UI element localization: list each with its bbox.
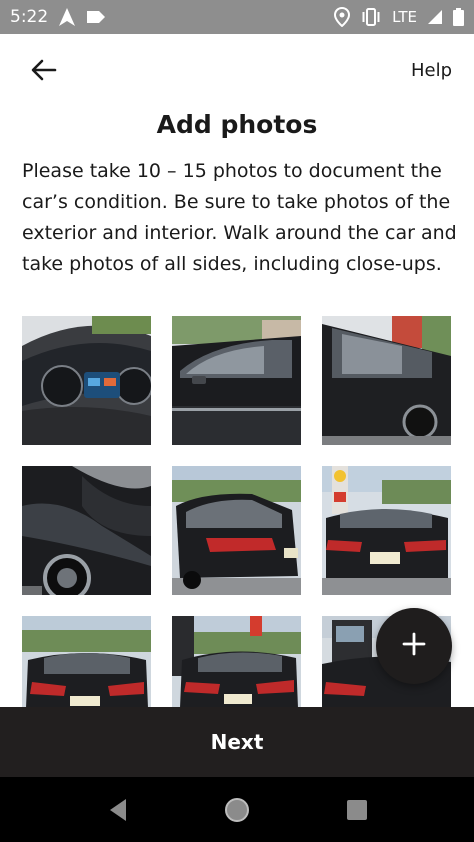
- instructions-text: Please take 10 – 15 photos to document t…: [22, 160, 457, 275]
- status-left: 5:22: [10, 7, 106, 27]
- tag-icon: [86, 10, 106, 24]
- network-label: LTE: [392, 8, 417, 26]
- plus-icon: [402, 632, 426, 660]
- add-photo-button[interactable]: [376, 608, 452, 684]
- photo-thumbnail-rear-three-quarter[interactable]: [172, 466, 301, 595]
- photo-thumbnail-rear-quarter[interactable]: [22, 466, 151, 595]
- signal-icon: [427, 9, 443, 25]
- circle-home-icon: [222, 798, 252, 829]
- photo-thumbnail-rear[interactable]: [322, 466, 451, 595]
- triangle-back-icon: [104, 799, 134, 829]
- help-link[interactable]: Help: [411, 60, 452, 81]
- arrow-left-icon: [31, 59, 57, 85]
- navigation-arrow-icon: [58, 7, 76, 27]
- back-button[interactable]: [24, 52, 64, 92]
- photo-thumbnail-dashboard[interactable]: [22, 316, 151, 445]
- page-title: Add photos: [156, 110, 318, 139]
- app-bar: Help: [0, 34, 474, 110]
- vibrate-icon: [360, 8, 382, 26]
- photo-thumbnail-rear-station[interactable]: [172, 616, 301, 708]
- square-recents-icon: [342, 800, 372, 829]
- status-time: 5:22: [10, 7, 49, 27]
- next-button[interactable]: Next: [0, 707, 474, 777]
- status-right: LTE: [334, 7, 464, 27]
- location-pin-icon: [334, 7, 351, 27]
- battery-icon: [453, 8, 464, 26]
- nav-recents-button[interactable]: [342, 795, 372, 825]
- nav-home-button[interactable]: [222, 795, 252, 825]
- photo-thumbnail-side-window[interactable]: [172, 316, 301, 445]
- system-nav-bar: [0, 777, 474, 842]
- photo-thumbnail-rear-door[interactable]: [322, 316, 451, 445]
- status-bar: 5:22 LTE: [0, 0, 474, 34]
- nav-back-button[interactable]: [104, 795, 134, 825]
- photo-thumbnail-rear-lot[interactable]: [22, 616, 151, 708]
